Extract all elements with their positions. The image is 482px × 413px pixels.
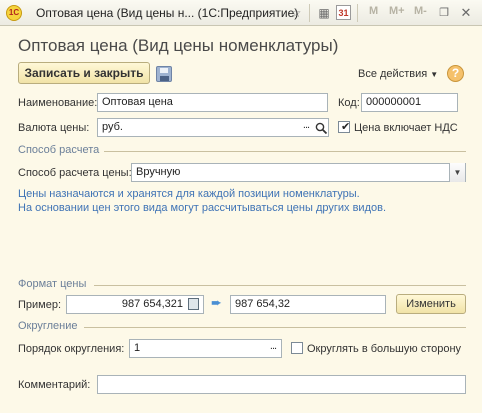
comment-input[interactable] <box>97 375 466 394</box>
save-and-close-button[interactable]: Записать и закрыть <box>18 62 150 84</box>
change-format-button[interactable]: Изменить <box>396 294 466 314</box>
example-label: Пример: <box>18 299 62 311</box>
save-icon[interactable] <box>156 66 172 82</box>
favorite-icon[interactable]: ☆ <box>288 5 304 21</box>
calculator-icon[interactable] <box>188 298 199 310</box>
memory-m-icon[interactable]: M <box>369 5 378 17</box>
dropdown-arrow-icon[interactable]: ▼ <box>449 163 465 182</box>
currency-value: руб. <box>102 121 123 133</box>
section-divider <box>104 151 466 152</box>
rounding-order-input[interactable]: 1 <box>129 339 282 358</box>
rounding-order-value: 1 <box>134 342 141 354</box>
toolbar-separator <box>357 4 358 22</box>
calc-method-value: Вручную <box>136 166 181 178</box>
arrow-right-icon: ➨ <box>211 295 222 310</box>
chevron-down-icon: ▼ <box>430 70 439 79</box>
form-title: Оптовая цена (Вид цены номенклатуры) <box>18 36 339 55</box>
currency-select-button[interactable]: ... <box>299 120 313 135</box>
calc-method-select[interactable]: Вручную <box>131 163 466 182</box>
round-up-checkbox[interactable] <box>291 342 303 354</box>
restore-window-icon[interactable]: ❐ <box>436 5 452 21</box>
all-actions-menu[interactable]: Все действия ▼ <box>358 68 438 80</box>
all-actions-label: Все действия <box>358 68 428 80</box>
code-input[interactable]: 000000001 <box>361 93 458 112</box>
rounding-order-label: Порядок округления: <box>18 343 125 355</box>
section-divider <box>84 327 466 328</box>
round-up-label: Округлять в большую сторону <box>307 343 462 355</box>
result-value-field: 987 654,32 <box>230 295 386 314</box>
code-label: Код: <box>338 97 360 109</box>
1c-app-icon[interactable]: 1С <box>6 5 22 21</box>
window-title: Оптовая цена (Вид цены н... (1С:Предприя… <box>36 6 299 20</box>
toolbar-separator <box>309 4 310 22</box>
comment-label: Комментарий: <box>18 379 91 391</box>
close-window-icon[interactable]: ✕ <box>458 5 474 21</box>
example-input[interactable]: 987 654,321 <box>66 295 204 314</box>
info-text-line-2: На основании цен этого вида могут рассчи… <box>18 202 387 214</box>
help-icon[interactable]: ? <box>447 65 464 82</box>
format-section-title: Формат цены <box>18 278 87 290</box>
rounding-select-button[interactable]: ... <box>266 341 280 356</box>
name-label: Наименование: <box>18 97 98 109</box>
section-divider <box>94 285 466 286</box>
memory-mplus-icon[interactable]: M+ <box>389 5 405 17</box>
calendar-icon[interactable]: 31 <box>336 5 351 20</box>
checkmark-icon: ✔ <box>341 121 351 133</box>
calculator-icon[interactable]: ▦ <box>316 5 332 21</box>
calc-method-label: Способ расчета цены: <box>18 167 132 179</box>
name-input[interactable]: Оптовая цена <box>97 93 328 112</box>
calc-section-title: Способ расчета <box>18 144 100 156</box>
vat-checkbox[interactable]: ✔ <box>338 121 350 133</box>
rounding-section-title: Округление <box>18 320 78 332</box>
search-icon[interactable] <box>315 122 328 135</box>
currency-input[interactable]: руб. <box>97 118 329 137</box>
vat-label: Цена включает НДС <box>354 122 458 134</box>
memory-mminus-icon[interactable]: M- <box>414 5 427 17</box>
info-text-line-1: Цены назначаются и хранятся для каждой п… <box>18 188 360 200</box>
currency-label: Валюта цены: <box>18 122 90 134</box>
